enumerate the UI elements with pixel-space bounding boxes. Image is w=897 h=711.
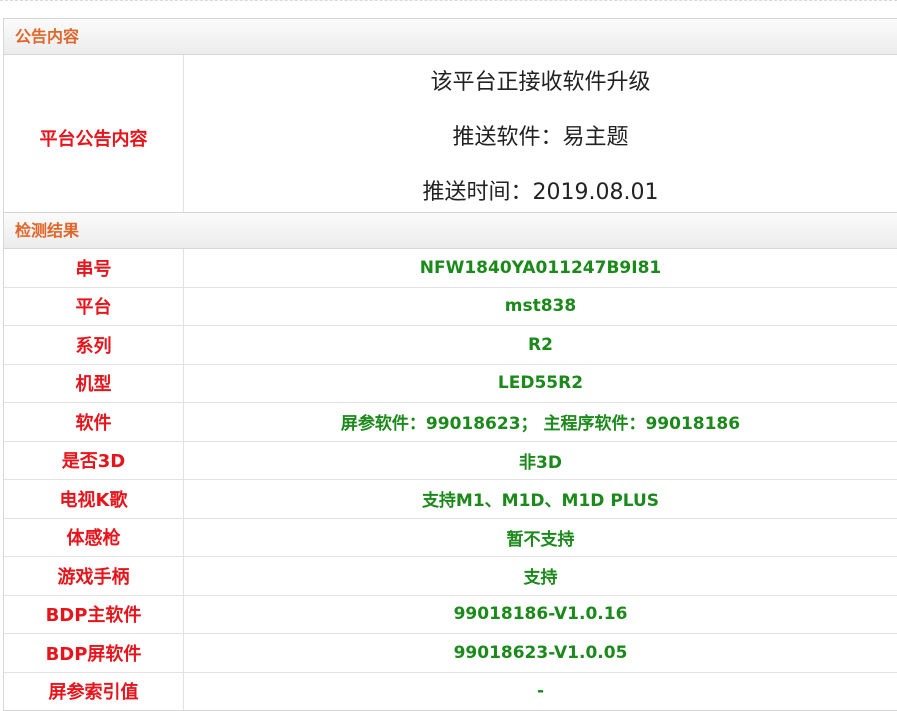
table-row: 平台 mst838 [4,287,897,326]
row-label-screen-index: 屏参索引值 [4,672,184,710]
row-value-3d: 非3D [184,441,897,480]
row-value-model: LED55R2 [184,364,897,403]
result-panel: 检测结果 串号 NFW1840YA011247B9I81 平台 mst838 系… [3,212,897,711]
notice-line-software: 推送软件：易主题 [184,110,897,165]
row-value-bdp-main: 99018186-V1.0.16 [184,595,897,634]
table-row: 电视K歌 支持M1、M1D、M1D PLUS [4,480,897,519]
row-value-serial: NFW1840YA011247B9I81 [184,249,897,287]
notice-content: 该平台正接收软件升级 推送软件：易主题 推送时间：2019.08.01 [184,55,897,220]
result-table: 串号 NFW1840YA011247B9I81 平台 mst838 系列 R2 … [4,249,897,710]
notice-row: 平台公告内容 该平台正接收软件升级 推送软件：易主题 推送时间：2019.08.… [4,55,897,220]
row-value-gamepad: 支持 [184,557,897,596]
row-label-3d: 是否3D [4,441,184,480]
row-label-gamepad: 游戏手柄 [4,557,184,596]
table-row: 是否3D 非3D [4,441,897,480]
row-label-karaoke: 电视K歌 [4,480,184,519]
notice-panel-title: 公告内容 [4,19,897,55]
row-value-software: 屏参软件：99018623； 主程序软件：99018186 [184,403,897,442]
row-label-series: 系列 [4,326,184,365]
table-row: 体感枪 暂不支持 [4,518,897,557]
table-row: BDP主软件 99018186-V1.0.16 [4,595,897,634]
row-value-series: R2 [184,326,897,365]
result-panel-title: 检测结果 [4,213,897,249]
table-row: BDP屏软件 99018623-V1.0.05 [4,634,897,673]
row-label-motion-gun: 体感枪 [4,518,184,557]
row-value-motion-gun: 暂不支持 [184,518,897,557]
top-divider [0,0,897,1]
row-label-bdp-screen: BDP屏软件 [4,634,184,673]
row-label-bdp-main: BDP主软件 [4,595,184,634]
table-row: 系列 R2 [4,326,897,365]
row-value-platform: mst838 [184,287,897,326]
table-row: 游戏手柄 支持 [4,557,897,596]
notice-label: 平台公告内容 [4,55,184,220]
notice-line-message: 该平台正接收软件升级 [184,55,897,110]
row-label-platform: 平台 [4,287,184,326]
table-row: 软件 屏参软件：99018623； 主程序软件：99018186 [4,403,897,442]
row-label-serial: 串号 [4,249,184,287]
row-value-screen-index: - [184,672,897,710]
notice-panel: 公告内容 平台公告内容 该平台正接收软件升级 推送软件：易主题 推送时间：201… [3,18,897,221]
row-value-karaoke: 支持M1、M1D、M1D PLUS [184,480,897,519]
row-label-software: 软件 [4,403,184,442]
table-row: 屏参索引值 - [4,672,897,710]
table-row: 机型 LED55R2 [4,364,897,403]
row-value-bdp-screen: 99018623-V1.0.05 [184,634,897,673]
table-row: 串号 NFW1840YA011247B9I81 [4,249,897,287]
row-label-model: 机型 [4,364,184,403]
notice-table: 平台公告内容 该平台正接收软件升级 推送软件：易主题 推送时间：2019.08.… [4,55,897,220]
